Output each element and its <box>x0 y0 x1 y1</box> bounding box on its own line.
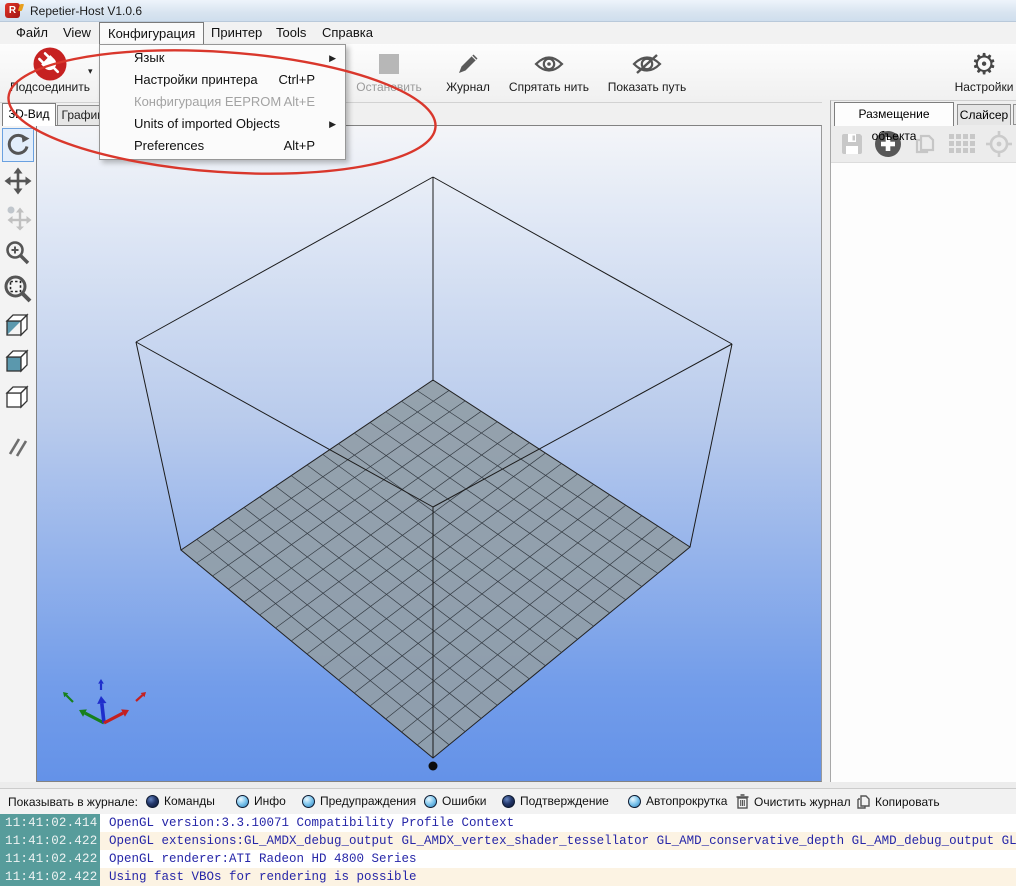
log-row: 11:41:02.414 OpenGL version:3.3.10071 Co… <box>0 814 1016 832</box>
rotate-view-button[interactable] <box>2 128 34 162</box>
log-message: OpenGL extensions:GL_AMDX_debug_output G… <box>100 832 1016 850</box>
view-tool-column <box>0 125 36 782</box>
tab-slicer[interactable]: Слайсер <box>957 104 1011 125</box>
center-object-button[interactable] <box>985 130 1013 158</box>
parallel-projection-button[interactable] <box>2 429 34 465</box>
connect-button[interactable]: Подсоединить ▾ <box>2 46 98 101</box>
shortcut-label: Alt+P <box>284 135 315 157</box>
shortcut-label: Alt+E <box>284 91 315 113</box>
menu-file[interactable]: Файл <box>8 22 56 44</box>
tab-3d-view[interactable]: 3D-Вид <box>2 103 56 126</box>
log-row: 11:41:02.422 Using fast VBOs for renderi… <box>0 868 1016 886</box>
copy-log-button[interactable]: Копировать <box>856 794 940 809</box>
log-message: OpenGL renderer:ATI Radeon HD 4800 Serie… <box>100 850 417 868</box>
log-row: 11:41:02.422 OpenGL renderer:ATI Radeon … <box>0 850 1016 868</box>
toggle-commands[interactable]: Команды <box>146 794 215 808</box>
trash-icon <box>736 794 749 809</box>
toggle-errors[interactable]: Ошибки <box>424 794 487 808</box>
submenu-arrow-icon: ▶ <box>329 113 336 135</box>
log-message: OpenGL version:3.3.10071 Compatibility P… <box>100 814 514 832</box>
app-window: R Repetier-Host V1.0.6 Файл View Конфигу… <box>0 0 1016 886</box>
plug-icon <box>2 46 98 82</box>
app-logo-icon: R <box>5 3 20 18</box>
copy-icon <box>856 794 870 809</box>
log-filter-label: Показывать в журнале: <box>8 795 138 809</box>
stop-button[interactable]: Остановить <box>345 46 433 101</box>
menu-item-eeprom-config[interactable]: Конфигурация EEPROM Alt+E <box>100 91 345 113</box>
print-volume-scene <box>37 126 821 781</box>
log-timestamp: 11:41:02.422 <box>0 868 100 886</box>
eye-slash-icon <box>600 46 694 82</box>
errors-orb-icon <box>424 795 437 808</box>
window-title: Repetier-Host V1.0.6 <box>30 4 142 18</box>
menu-help[interactable]: Справка <box>314 22 381 44</box>
placement-panel-body <box>831 163 1016 782</box>
log-filter-bar: Показывать в журнале: Команды Инфо Преду… <box>0 788 1016 814</box>
title-bar: R Repetier-Host V1.0.6 <box>0 0 1016 22</box>
log-timestamp: 11:41:02.414 <box>0 814 100 832</box>
tab-object-placement[interactable]: Размещение объекта <box>834 102 954 126</box>
menu-item-language[interactable]: Язык ▶ <box>100 47 345 69</box>
log-button[interactable]: Журнал <box>437 46 499 101</box>
menu-config[interactable]: Конфигурация <box>99 22 204 45</box>
menu-item-preferences[interactable]: Preferences Alt+P <box>100 135 345 157</box>
menu-item-import-units[interactable]: Units of imported Objects ▶ <box>100 113 345 135</box>
menu-tools[interactable]: Tools <box>268 22 314 44</box>
front-view-button[interactable] <box>2 343 34 379</box>
info-orb-icon <box>236 795 249 808</box>
log-timestamp: 11:41:02.422 <box>0 832 100 850</box>
eye-icon <box>502 46 596 82</box>
right-panel: Размещение объекта Слайсер <box>830 100 1016 782</box>
isometric-view-button[interactable] <box>2 307 34 343</box>
shortcut-label: Ctrl+P <box>279 69 315 91</box>
zoom-in-button[interactable] <box>2 235 34 271</box>
toggle-autoscroll[interactable]: Автопрокрутка <box>628 794 727 808</box>
commands-orb-icon <box>146 795 159 808</box>
toggle-warnings[interactable]: Предупраждения <box>302 794 416 808</box>
log-timestamp: 11:41:02.422 <box>0 850 100 868</box>
fit-view-button[interactable] <box>2 271 34 307</box>
tool-column-spacer <box>2 415 34 429</box>
menu-printer[interactable]: Принтер <box>203 22 270 44</box>
config-menu-popup: Язык ▶ Настройки принтера Ctrl+P Конфигу… <box>99 44 346 160</box>
show-travel-button[interactable]: Показать путь <box>600 46 694 101</box>
toggle-ack[interactable]: Подтверждение <box>502 794 609 808</box>
warnings-orb-icon <box>302 795 315 808</box>
toggle-info[interactable]: Инфо <box>236 794 286 808</box>
gear-icon: ⚙ <box>948 46 1016 82</box>
save-object-button[interactable] <box>839 131 865 157</box>
viewport-3d[interactable] <box>36 125 822 782</box>
log-row: 11:41:02.422 OpenGL extensions:GL_AMDX_d… <box>0 832 1016 850</box>
vertical-splitter[interactable] <box>822 100 830 782</box>
move-object-button[interactable] <box>2 199 34 235</box>
hide-filament-button[interactable]: Спрятать нить <box>502 46 596 101</box>
log-output[interactable]: 11:41:02.414 OpenGL version:3.3.10071 Co… <box>0 814 1016 886</box>
menu-view[interactable]: View <box>55 22 99 44</box>
log-message: Using fast VBOs for rendering is possibl… <box>100 868 417 886</box>
wireframe-view-button[interactable] <box>2 379 34 415</box>
pencil-icon <box>437 46 499 82</box>
settings-button[interactable]: ⚙ Настройки <box>948 46 1016 101</box>
placement-icon-bar <box>831 125 1016 163</box>
menu-bar: Файл View Конфигурация Принтер Tools Спр… <box>0 22 1016 44</box>
menu-item-printer-settings[interactable]: Настройки принтера Ctrl+P <box>100 69 345 91</box>
autoposition-grid-button[interactable] <box>948 133 976 155</box>
move-view-button[interactable] <box>2 163 34 199</box>
autoscroll-orb-icon <box>628 795 641 808</box>
stop-square-icon <box>345 46 433 82</box>
ack-orb-icon <box>502 795 515 808</box>
right-panel-tabs: Размещение объекта Слайсер <box>831 101 1016 125</box>
clear-log-button[interactable]: Очистить журнал <box>736 794 851 809</box>
submenu-arrow-icon: ▶ <box>329 47 336 69</box>
connect-dropdown-caret-icon[interactable]: ▾ <box>88 66 93 77</box>
